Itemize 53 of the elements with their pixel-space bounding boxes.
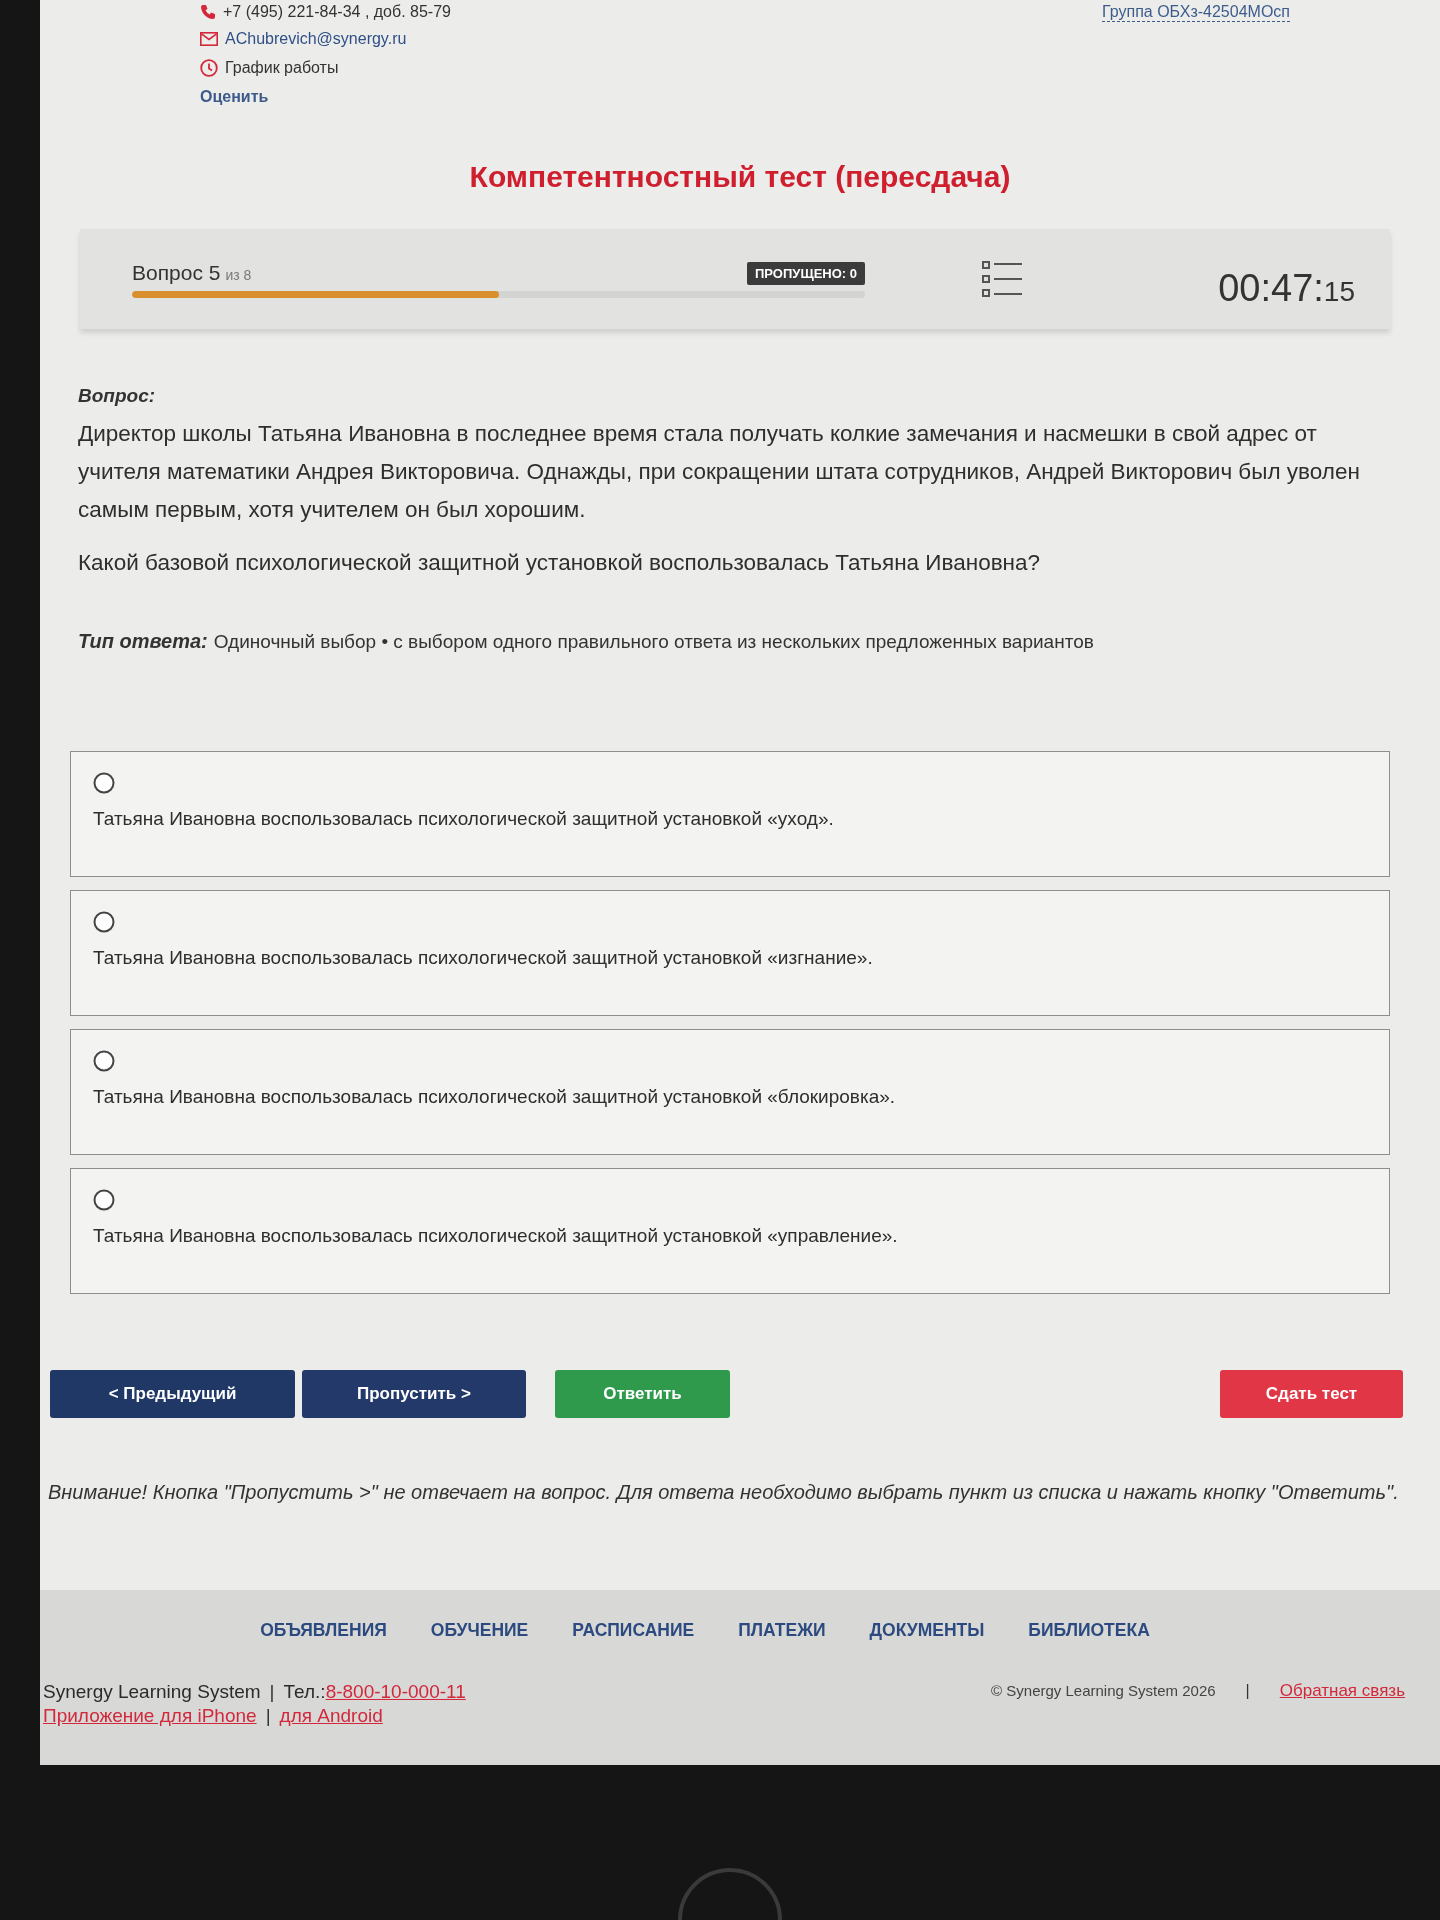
answer-option[interactable]: Татьяна Ивановна воспользовалась психологической защитной установкой «изгнание». xyxy=(70,890,1390,1016)
separator-text: | xyxy=(265,1705,271,1727)
footer-link[interactable]: для Android xyxy=(279,1705,383,1727)
question-heading: Вопрос: xyxy=(78,385,157,407)
radio-button[interactable] xyxy=(93,1050,115,1072)
answer-option[interactable]: Татьяна Ивановна воспользовалась психологической защитной установкой «блокировка». xyxy=(70,1029,1390,1155)
separator-text: | xyxy=(269,1681,275,1703)
footer-nav-link[interactable]: БИБЛИОТЕКА xyxy=(1028,1620,1150,1641)
answer-type-label: Тип ответа: xyxy=(78,630,208,653)
answer-button[interactable]: Ответить xyxy=(555,1370,730,1418)
envelope-icon xyxy=(200,31,218,46)
test-title: Компетентностный тест (пересдача) xyxy=(468,159,1012,195)
timer-text: 00:47: xyxy=(1218,266,1324,310)
footer-link[interactable]: Обратная связь xyxy=(1279,1681,1405,1701)
separator-text: | xyxy=(1245,1682,1250,1700)
footer-link[interactable]: 8-800-10-000-11 xyxy=(325,1681,466,1703)
footer-link[interactable]: Приложение для iPhone xyxy=(43,1705,257,1727)
question-prompt: Какой базовой психологической защитной установкой воспользовалась Татьяна Ивановна? xyxy=(78,549,1042,577)
phone-text: +7 (495) 221-84-34 , доб. 85-79 xyxy=(223,3,451,21)
answer-option[interactable]: Татьяна Ивановна воспользовалась психологической защитной установкой «уход». xyxy=(70,751,1390,877)
previous-button[interactable]: < Предыдущий xyxy=(50,1370,295,1418)
clock-icon xyxy=(200,58,218,77)
footer-nav-link[interactable]: ДОКУМЕНТЫ xyxy=(869,1620,985,1641)
option-text: Татьяна Ивановна воспользовалась психологической защитной установкой «изгнание». xyxy=(93,947,873,969)
footer-nav-link[interactable]: ОБУЧЕНИЕ xyxy=(430,1620,529,1641)
question-number: Вопрос 5 xyxy=(132,260,221,285)
radio-button[interactable] xyxy=(93,1189,115,1211)
footer-nav-link[interactable]: ОБЪЯВЛЕНИЯ xyxy=(260,1620,387,1641)
list-icon[interactable] xyxy=(982,259,1022,299)
schedule-link[interactable]: График работы xyxy=(225,58,339,77)
option-text: Татьяна Ивановна воспользовалась психологической защитной установкой «управление». xyxy=(93,1225,898,1247)
radio-button[interactable] xyxy=(93,911,115,933)
copyright-text: © Synergy Learning System 2026 xyxy=(991,1682,1216,1699)
footer-nav-link[interactable]: ПЛАТЕЖИ xyxy=(738,1620,826,1641)
skipped-badge: ПРОПУЩЕНО: 0 xyxy=(747,261,865,285)
footer-text: Synergy Learning System xyxy=(43,1681,261,1703)
option-text: Татьяна Ивановна воспользовалась психологической защитной установкой «блокировка». xyxy=(93,1086,896,1108)
footer-text: Тел.: xyxy=(283,1681,326,1703)
timer-seconds: 15 xyxy=(1323,275,1355,308)
footer-nav-link[interactable]: РАСПИСАНИЕ xyxy=(572,1620,695,1641)
skip-button[interactable]: Пропустить > xyxy=(302,1370,526,1418)
answer-type-text: Одиночный выбор • с выбором одного правильного ответа из нескольких предложенных вариантов xyxy=(213,631,1094,653)
option-text: Татьяна Ивановна воспользовалась психологической защитной установкой «уход». xyxy=(93,808,834,830)
phone-icon xyxy=(200,4,216,20)
question-text: Директор школы Татьяна Ивановна в последнее время стала получать колкие замечания и насмешки в свой адрес от учителя математики Андрея Викторовича. Однажды, при сокращении штата сотрудников, Андрей Викторович был уволен самым первым, хотя учителем он был хорошим. xyxy=(78,420,1361,524)
radio-button[interactable] xyxy=(93,772,115,794)
question-total: из 8 xyxy=(225,266,252,283)
rate-link[interactable]: Оценить xyxy=(200,87,269,106)
group-link[interactable]: Группа ОБХз-42504МОсп xyxy=(1102,2,1290,22)
warning-text: Внимание! Кнопка "Пропустить >" не отвечает на вопрос. Для ответа необходимо выбрать пункт из списка и нажать кнопку "Ответить". xyxy=(48,1480,1400,1505)
email-link[interactable]: AChubrevich@synergy.ru xyxy=(225,29,407,48)
answer-option[interactable]: Татьяна Ивановна воспользовалась психологической защитной установкой «управление». xyxy=(70,1168,1390,1294)
submit-test-button[interactable]: Сдать тест xyxy=(1220,1370,1403,1418)
